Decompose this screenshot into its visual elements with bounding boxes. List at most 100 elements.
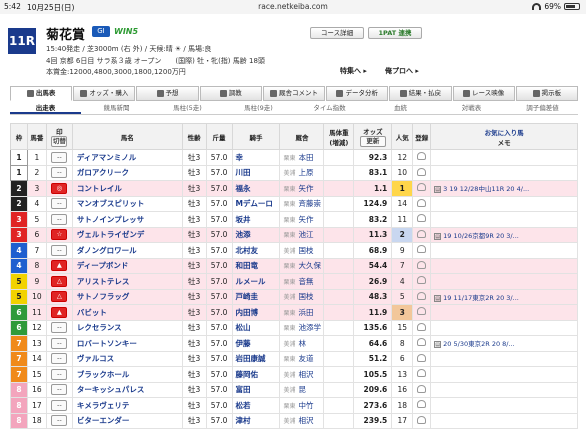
mark-select[interactable]: -- bbox=[51, 244, 68, 256]
register-horse-icon[interactable] bbox=[417, 369, 427, 378]
subtab-6[interactable]: 対戦表 bbox=[436, 103, 507, 114]
jockey-link[interactable]: ルメール bbox=[231, 273, 281, 290]
trainer-cell[interactable]: 栗東 矢作 bbox=[279, 211, 325, 228]
subtab-1[interactable]: 競馬新聞 bbox=[81, 103, 152, 114]
horse-name-link[interactable]: ダノングロワール bbox=[71, 242, 183, 259]
mark-cell[interactable]: -- bbox=[45, 397, 73, 414]
horse-name-link[interactable]: レクセランス bbox=[71, 319, 183, 336]
table-row[interactable]: 8 16 -- ターキッシュパレス 牡3 57.0 富田 美浦昆 209.6 16 bbox=[10, 381, 578, 398]
trainer-cell[interactable]: 栗東 斉藤崇 bbox=[279, 195, 325, 212]
register-horse-icon[interactable] bbox=[417, 415, 427, 424]
register-horse-icon[interactable] bbox=[417, 229, 427, 238]
register-cell[interactable] bbox=[412, 319, 432, 336]
mark-cell[interactable]: ☆ bbox=[45, 226, 73, 243]
mark-select[interactable]: -- bbox=[51, 353, 68, 365]
memo-cell[interactable]: ▤ 19 10/26京都9R 20 3/... bbox=[430, 226, 578, 243]
tab-7[interactable]: レース映像 bbox=[452, 86, 515, 101]
mark-cell[interactable]: -- bbox=[45, 195, 73, 212]
table-row[interactable]: 3 6 ☆ ヴェルトライゼンデ 牡3 57.0 池添 栗東 池江 11.3 2 ▤ 19 10/26京都… bbox=[10, 226, 578, 243]
mark-select[interactable]: △ bbox=[51, 275, 68, 287]
memo-cell[interactable] bbox=[430, 273, 578, 290]
memo-cell[interactable] bbox=[430, 304, 578, 321]
trainer-cell[interactable]: 栗東 池添学 bbox=[279, 319, 325, 336]
register-horse-icon[interactable] bbox=[417, 245, 427, 254]
trainer-cell[interactable]: 美浦林 bbox=[279, 335, 325, 352]
tab-5[interactable]: データ分析 bbox=[326, 86, 389, 101]
memo-cell[interactable] bbox=[430, 164, 578, 181]
horse-name-link[interactable]: ビターエンダー bbox=[71, 412, 183, 429]
course-detail-button[interactable]: コース詳細 bbox=[310, 27, 364, 39]
mark-select[interactable]: △ bbox=[51, 291, 68, 303]
horse-name-link[interactable]: バビット bbox=[71, 304, 183, 321]
tab-8[interactable]: 掲示板 bbox=[515, 86, 578, 101]
trainer-cell[interactable]: 栗東 音無 bbox=[279, 273, 325, 290]
memo-cell[interactable] bbox=[430, 242, 578, 259]
table-row[interactable]: 1 2 -- ガロアクリーク 牡3 57.0 川田 美浦 上原 83.1 10 bbox=[10, 164, 578, 181]
table-row[interactable]: 3 5 -- サトノインプレッサ 牡3 57.0 坂井 栗東 矢作 83.2 11 bbox=[10, 211, 578, 228]
mark-select[interactable]: ◎ bbox=[51, 182, 68, 194]
horse-name-link[interactable]: サトノフラッグ bbox=[71, 288, 183, 305]
register-cell[interactable] bbox=[412, 226, 432, 243]
register-horse-icon[interactable] bbox=[417, 214, 427, 223]
jockey-link[interactable]: 伊藤 bbox=[231, 335, 281, 352]
memo-cell[interactable] bbox=[430, 397, 578, 414]
horse-name-link[interactable]: ディアマンミノル bbox=[71, 149, 183, 166]
subtab-2[interactable]: 馬柱(5走) bbox=[152, 103, 223, 114]
horse-name-link[interactable]: アリストテレス bbox=[71, 273, 183, 290]
subtab-0[interactable]: 出走表 bbox=[10, 103, 81, 114]
table-row[interactable]: 5 9 △ アリストテレス 牡3 57.0 ルメール 栗東 音無 26.9 4 bbox=[10, 273, 578, 290]
mark-select[interactable]: ▲ bbox=[51, 306, 68, 318]
tab-0[interactable]: 出馬表 bbox=[10, 86, 73, 101]
register-horse-icon[interactable] bbox=[417, 198, 427, 207]
jockey-link[interactable]: 富田 bbox=[231, 381, 281, 398]
mark-cell[interactable]: -- bbox=[45, 242, 73, 259]
mark-select[interactable]: ☆ bbox=[51, 229, 68, 241]
mark-select[interactable]: -- bbox=[51, 399, 68, 411]
jockey-link[interactable]: 幸 bbox=[231, 149, 281, 166]
jockey-link[interactable]: 藤岡佑 bbox=[231, 366, 281, 383]
mark-cell[interactable]: ▲ bbox=[45, 304, 73, 321]
jockey-link[interactable]: 福永 bbox=[231, 180, 281, 197]
tab-4[interactable]: 厩舎コメント bbox=[262, 86, 326, 101]
register-cell[interactable] bbox=[412, 397, 432, 414]
horse-name-link[interactable]: ディープボンド bbox=[71, 257, 183, 274]
trainer-cell[interactable]: 栗東 本田 bbox=[279, 149, 325, 166]
trainer-cell[interactable]: 栗東 大久保 bbox=[279, 257, 325, 274]
horse-name-link[interactable]: マンオブスピリット bbox=[71, 195, 183, 212]
horse-name-link[interactable]: サトノインプレッサ bbox=[71, 211, 183, 228]
table-row[interactable]: 2 4 -- マンオブスピリット 牡3 57.0 Mデムーロ 栗東 斉藤崇 124.9 14 bbox=[10, 195, 578, 212]
trainer-cell[interactable]: 美浦昆 bbox=[279, 381, 325, 398]
horse-name-link[interactable]: ロバートソンキー bbox=[71, 335, 183, 352]
jockey-link[interactable]: 川田 bbox=[231, 164, 281, 181]
subtab-3[interactable]: 馬柱(9走) bbox=[223, 103, 294, 114]
register-horse-icon[interactable] bbox=[417, 322, 427, 331]
memo-cell[interactable] bbox=[430, 350, 578, 367]
horse-name-link[interactable]: ブラックホール bbox=[71, 366, 183, 383]
trainer-cell[interactable]: 美浦 国枝 bbox=[279, 288, 325, 305]
register-cell[interactable] bbox=[412, 164, 432, 181]
register-horse-icon[interactable] bbox=[417, 167, 427, 176]
table-row[interactable]: 1 1 -- ディアマンミノル 牡3 57.0 幸栗東 本田 92.3 12 bbox=[10, 149, 578, 166]
trainer-cell[interactable]: 栗東 中竹 bbox=[279, 397, 325, 414]
register-cell[interactable] bbox=[412, 273, 432, 290]
memo-cell[interactable] bbox=[430, 257, 578, 274]
trainer-cell[interactable]: 美浦 国枝 bbox=[279, 242, 325, 259]
register-horse-icon[interactable] bbox=[417, 152, 427, 161]
register-horse-icon[interactable] bbox=[417, 307, 427, 316]
register-cell[interactable] bbox=[412, 335, 432, 352]
table-row[interactable]: 6 11 ▲ バビット 牡3 57.0 内田博 栗東 浜田 11.9 3 bbox=[10, 304, 578, 321]
mark-cell[interactable]: ▲ bbox=[45, 257, 73, 274]
mark-select[interactable]: -- bbox=[51, 167, 68, 179]
jockey-link[interactable]: 戸崎圭 bbox=[231, 288, 281, 305]
subtab-5[interactable]: 血統 bbox=[365, 103, 436, 114]
memo-cell[interactable] bbox=[430, 412, 578, 429]
trainer-cell[interactable]: 栗東 矢作 bbox=[279, 180, 325, 197]
mark-select[interactable]: -- bbox=[51, 384, 68, 396]
mark-select[interactable]: -- bbox=[51, 368, 68, 380]
register-horse-icon[interactable] bbox=[417, 183, 427, 192]
mark-cell[interactable]: -- bbox=[45, 211, 73, 228]
mark-cell[interactable]: △ bbox=[45, 288, 73, 305]
jockey-link[interactable]: 内田博 bbox=[231, 304, 281, 321]
mark-select[interactable]: ▲ bbox=[51, 260, 68, 272]
orepro-link[interactable]: 俺プロへ ▸ bbox=[385, 66, 419, 76]
